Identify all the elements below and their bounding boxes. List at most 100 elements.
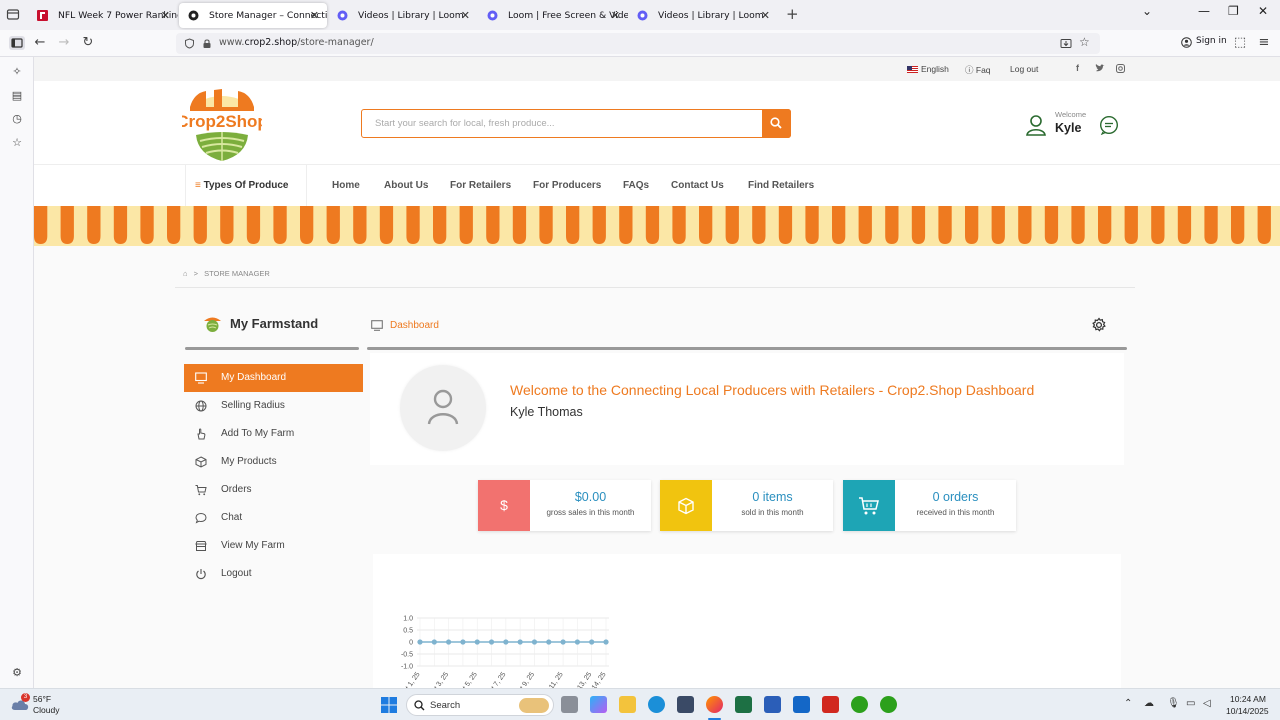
menu-my-dashboard[interactable]: My Dashboard bbox=[184, 364, 363, 392]
excel-icon[interactable] bbox=[735, 696, 752, 713]
file-explorer-icon[interactable] bbox=[619, 696, 636, 713]
close-window-icon[interactable]: ✕ bbox=[1258, 4, 1268, 18]
browser-tab[interactable]: NFL Week 7 Power Rankings 20 ✕ bbox=[28, 3, 178, 28]
new-tab-icon[interactable]: + bbox=[786, 5, 799, 23]
search-input[interactable] bbox=[362, 110, 752, 136]
menu-hamburger-icon[interactable]: ≡ bbox=[1257, 36, 1271, 50]
back-arrow-icon[interactable]: ← bbox=[33, 36, 47, 50]
quickbooks-icon[interactable] bbox=[880, 696, 897, 713]
history-icon[interactable]: ◷ bbox=[10, 112, 24, 126]
search-button[interactable] bbox=[762, 108, 791, 138]
network-icon[interactable]: ▭ bbox=[1186, 698, 1195, 709]
firefox-icon[interactable] bbox=[706, 696, 723, 713]
header-username[interactable]: Kyle bbox=[1055, 121, 1081, 135]
extensions-icon[interactable]: ⬚ bbox=[1233, 36, 1247, 50]
browser-tab[interactable]: Videos | Library | Loom ✕ bbox=[628, 3, 778, 28]
cloud-sync-icon[interactable]: ☁ bbox=[1144, 698, 1154, 709]
maximize-icon[interactable]: ❐ bbox=[1228, 4, 1239, 18]
forward-arrow-icon[interactable]: → bbox=[57, 36, 71, 50]
menu-my-products[interactable]: My Products bbox=[184, 448, 363, 476]
list-all-tabs-icon[interactable]: ⌄ bbox=[1142, 4, 1152, 18]
settings-gear-icon[interactable] bbox=[1091, 317, 1107, 333]
chart-data-point[interactable] bbox=[574, 639, 580, 645]
chart-data-point[interactable] bbox=[503, 639, 509, 645]
nav-faqs[interactable]: FAQs bbox=[623, 180, 649, 191]
nav-about-us[interactable]: About Us bbox=[384, 180, 428, 191]
clock-time[interactable]: 10:24 AM bbox=[1230, 694, 1266, 704]
stat-items-sold[interactable]: 0 items sold in this month bbox=[660, 480, 833, 531]
chart-data-point[interactable] bbox=[488, 639, 495, 645]
avatar[interactable] bbox=[400, 365, 486, 451]
menu-selling-radius[interactable]: Selling Radius bbox=[184, 392, 363, 420]
chart-data-point[interactable] bbox=[474, 639, 480, 645]
chart-data-point[interactable] bbox=[446, 639, 452, 645]
language-selector[interactable]: English bbox=[907, 64, 949, 74]
nav-for-producers[interactable]: For Producers bbox=[533, 180, 601, 191]
tray-overflow-icon[interactable]: ⌃ bbox=[1124, 698, 1132, 709]
close-tab-icon[interactable]: ✕ bbox=[611, 3, 620, 28]
windows-start-icon[interactable] bbox=[381, 697, 397, 713]
copilot-icon[interactable] bbox=[590, 696, 607, 713]
logout-link[interactable]: Log out bbox=[1010, 64, 1038, 74]
outlook-icon[interactable] bbox=[793, 696, 810, 713]
ai-sparkle-icon[interactable]: ✧ bbox=[10, 65, 24, 79]
chart-data-point[interactable] bbox=[560, 639, 566, 645]
reader-view-icon[interactable] bbox=[1060, 38, 1072, 49]
bookmarks-star-icon[interactable]: ☆ bbox=[10, 136, 24, 150]
chart-data-point[interactable] bbox=[546, 639, 552, 645]
close-tab-icon[interactable]: ✕ bbox=[310, 3, 319, 28]
microphone-icon[interactable]: 🎙 bbox=[1167, 698, 1180, 709]
chart-data-point[interactable] bbox=[460, 639, 466, 645]
facebook-icon[interactable]: f bbox=[1076, 63, 1079, 73]
types-of-produce-menu[interactable]: Types Of Produce bbox=[185, 165, 307, 207]
chart-data-point[interactable] bbox=[603, 639, 609, 645]
menu-logout[interactable]: Logout bbox=[184, 560, 363, 588]
synced-tabs-icon[interactable]: ▤ bbox=[10, 89, 24, 103]
minimize-icon[interactable]: — bbox=[1198, 4, 1210, 18]
menu-add-to-my-farm[interactable]: Add To My Farm bbox=[184, 420, 363, 448]
close-tab-icon[interactable]: ✕ bbox=[461, 3, 470, 28]
faq-link[interactable]: ⓘ Faq bbox=[965, 64, 991, 76]
menu-orders[interactable]: Orders bbox=[184, 476, 363, 504]
close-tab-icon[interactable]: ✕ bbox=[161, 3, 170, 28]
sign-in-button[interactable]: Sign in bbox=[1196, 36, 1227, 46]
shield-icon[interactable] bbox=[184, 38, 195, 49]
chart-data-point[interactable] bbox=[531, 639, 538, 645]
lock-icon[interactable] bbox=[202, 38, 212, 49]
chart-data-point[interactable] bbox=[517, 639, 523, 645]
taskbar-search[interactable]: Search bbox=[406, 694, 554, 716]
sidebar-toggle-icon[interactable] bbox=[9, 36, 25, 50]
browser-tab-active[interactable]: Store Manager – Connecting Lo ✕ bbox=[179, 3, 327, 28]
nav-for-retailers[interactable]: For Retailers bbox=[450, 180, 511, 191]
crop2shop-logo[interactable]: Crop2Shop bbox=[182, 85, 262, 165]
nav-home[interactable]: Home bbox=[332, 180, 360, 191]
sidebar-settings-icon[interactable]: ⚙ bbox=[10, 666, 24, 680]
chart-data-point[interactable] bbox=[417, 639, 423, 645]
chat-bubble-icon[interactable] bbox=[1099, 115, 1119, 135]
url-bar[interactable]: www.crop2.shop/store-manager/ ☆ bbox=[176, 33, 1100, 54]
browser-tab[interactable]: Loom | Free Screen & Video Re ✕ bbox=[478, 3, 628, 28]
acrobat-icon[interactable] bbox=[822, 696, 839, 713]
twitter-icon[interactable] bbox=[1095, 64, 1105, 73]
chart-data-point[interactable] bbox=[589, 639, 595, 645]
edge-browser-icon[interactable] bbox=[648, 696, 665, 713]
browser-tab[interactable]: Videos | Library | Loom ✕ bbox=[328, 3, 478, 28]
clock-date[interactable]: 10/14/2025 bbox=[1226, 706, 1269, 716]
reload-icon[interactable]: ↻ bbox=[81, 36, 95, 50]
stat-orders-received[interactable]: 0 orders received in this month bbox=[843, 480, 1016, 531]
task-view-icon[interactable] bbox=[561, 696, 578, 713]
close-tab-icon[interactable]: ✕ bbox=[761, 3, 770, 28]
home-icon[interactable]: ⌂ bbox=[183, 269, 188, 278]
nav-find-retailers[interactable]: Find Retailers bbox=[748, 180, 814, 191]
volume-icon[interactable]: ◁ bbox=[1203, 698, 1211, 709]
store-icon[interactable] bbox=[677, 696, 694, 713]
dashboard-breadcrumb[interactable]: Dashboard bbox=[390, 320, 439, 331]
word-icon[interactable] bbox=[764, 696, 781, 713]
bookmark-star-icon[interactable]: ☆ bbox=[1079, 35, 1090, 49]
stat-gross-sales[interactable]: $ $0.00 gross sales in this month bbox=[478, 480, 651, 531]
quickbooks-icon[interactable] bbox=[851, 696, 868, 713]
menu-chat[interactable]: Chat bbox=[184, 504, 363, 532]
menu-view-my-farm[interactable]: View My Farm bbox=[184, 532, 363, 560]
user-account-icon[interactable] bbox=[1025, 114, 1047, 136]
nav-contact-us[interactable]: Contact Us bbox=[671, 180, 724, 191]
